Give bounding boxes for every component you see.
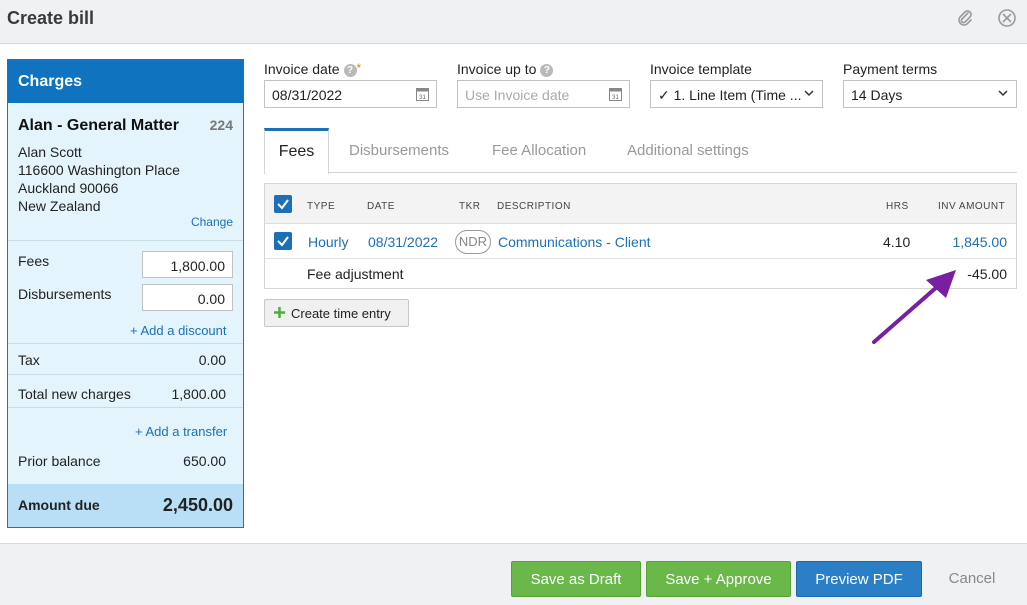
invoice-up-to-field[interactable]: Use Invoice date 31	[457, 80, 630, 108]
chevron-down-icon	[804, 90, 814, 97]
prior-balance-label: Prior balance	[18, 453, 101, 469]
row-checkbox[interactable]	[274, 232, 292, 250]
paperclip-icon[interactable]	[955, 8, 975, 28]
address-line: New Zealand	[18, 198, 101, 214]
address-line: 116600 Washington Place	[18, 162, 180, 178]
matter-number: 224	[209, 117, 233, 133]
help-icon[interactable]: ?	[540, 63, 554, 77]
column-header-inv-amount[interactable]: INV AMOUNT	[938, 201, 1005, 212]
change-link[interactable]: Change	[191, 215, 233, 229]
payment-terms-label: Payment terms	[843, 61, 938, 77]
required-marker: *	[356, 61, 362, 75]
help-icon[interactable]: ?	[343, 63, 357, 77]
add-transfer-link[interactable]: + Add a transfer	[135, 424, 227, 439]
create-time-entry-label: Create time entry	[291, 306, 391, 321]
client-name: Alan Scott	[18, 144, 82, 160]
invoice-template-label: Invoice template	[650, 61, 752, 77]
amount-due-bar: Amount due 2,450.00	[8, 484, 243, 527]
calendar-icon[interactable]: 31	[416, 87, 429, 101]
create-time-entry-button[interactable]: Create time entry	[264, 299, 409, 327]
save-as-draft-button[interactable]: Save as Draft	[511, 561, 641, 597]
row-amount[interactable]: 1,845.00	[953, 234, 1008, 250]
payment-terms-value: 14 Days	[851, 87, 903, 103]
invoice-date-label-text: Invoice date	[264, 61, 340, 77]
invoice-template-value: ✓ 1. Line Item (Time ...	[658, 87, 802, 103]
select-all-checkbox[interactable]	[274, 195, 292, 213]
divider	[8, 240, 243, 241]
address-line: Auckland 90066	[18, 180, 119, 196]
invoice-template-select[interactable]: ✓ 1. Line Item (Time ...	[650, 80, 823, 108]
svg-text:31: 31	[419, 95, 426, 101]
fee-adjustment-label: Fee adjustment	[307, 266, 404, 282]
dialog-footer: Save as Draft Save + Approve Preview PDF…	[0, 543, 1027, 605]
amount-due-label: Amount due	[18, 497, 100, 513]
total-new-charges-value: 1,800.00	[171, 386, 227, 402]
tab-divider	[264, 172, 1017, 173]
column-header-description[interactable]: DESCRIPTION	[497, 201, 571, 212]
divider	[8, 343, 243, 344]
amount-due-value: 2,450.00	[162, 495, 233, 515]
tax-label: Tax	[18, 352, 40, 368]
tab-additional-settings[interactable]: Additional settings	[627, 142, 749, 159]
close-icon[interactable]	[996, 7, 1018, 29]
tab-fees[interactable]: Fees	[264, 128, 329, 174]
chevron-down-icon	[998, 90, 1008, 97]
cancel-button[interactable]: Cancel	[937, 561, 1007, 597]
dialog-title: Create bill	[7, 8, 95, 28]
fees-input[interactable]: 1,800.00	[142, 251, 233, 278]
svg-text:31: 31	[612, 95, 619, 101]
tab-disbursements[interactable]: Disbursements	[349, 142, 449, 159]
row-description[interactable]: Communications - Client	[498, 234, 651, 250]
calendar-icon[interactable]: 31	[609, 87, 622, 101]
annotation-arrow	[872, 270, 956, 344]
disbursements-input[interactable]: 0.00	[142, 284, 233, 311]
payment-terms-select[interactable]: 14 Days	[843, 80, 1017, 108]
prior-balance-value: 650.00	[183, 453, 226, 469]
total-new-charges-label: Total new charges	[18, 386, 131, 402]
invoice-date-field[interactable]: 08/31/2022 31	[264, 80, 437, 108]
timekeeper-badge: NDR	[455, 230, 491, 254]
invoice-date-label: Invoice date? *	[264, 61, 361, 77]
column-header-tkr[interactable]: TKR	[459, 201, 481, 212]
column-header-date[interactable]: DATE	[367, 201, 395, 212]
column-header-hrs[interactable]: HRS	[886, 201, 909, 212]
save-approve-button[interactable]: Save + Approve	[646, 561, 791, 597]
tab-fee-allocation[interactable]: Fee Allocation	[492, 142, 586, 159]
divider	[8, 407, 243, 408]
column-header-type[interactable]: TYPE	[307, 201, 335, 212]
row-date[interactable]: 08/31/2022	[368, 234, 438, 250]
tax-value: 0.00	[198, 352, 226, 368]
invoice-up-to-label: Invoice up to?	[457, 61, 554, 77]
plus-icon	[274, 307, 285, 318]
row-type[interactable]: Hourly	[308, 234, 348, 250]
divider	[8, 374, 243, 375]
invoice-up-to-placeholder: Use Invoice date	[465, 87, 570, 103]
disbursements-label: Disbursements	[18, 286, 112, 302]
table-header: TYPE DATE TKR DESCRIPTION HRS INV AMOUNT	[265, 184, 1016, 224]
fee-adjustment-value[interactable]: -45.00	[967, 266, 1007, 282]
charges-panel: Charges Alan - General Matter 224 Alan S…	[7, 59, 244, 528]
matter-name: Alan - General Matter	[18, 117, 179, 134]
preview-pdf-button[interactable]: Preview PDF	[796, 561, 922, 597]
add-discount-link[interactable]: + Add a discount	[130, 323, 227, 338]
invoice-date-value: 08/31/2022	[272, 87, 343, 103]
invoice-up-to-label-text: Invoice up to	[457, 61, 537, 77]
row-divider	[265, 258, 1016, 259]
dialog-header: Create bill	[0, 0, 1027, 44]
charges-heading: Charges	[8, 60, 243, 103]
fees-label: Fees	[18, 253, 50, 269]
row-hours: 4.10	[883, 234, 911, 250]
